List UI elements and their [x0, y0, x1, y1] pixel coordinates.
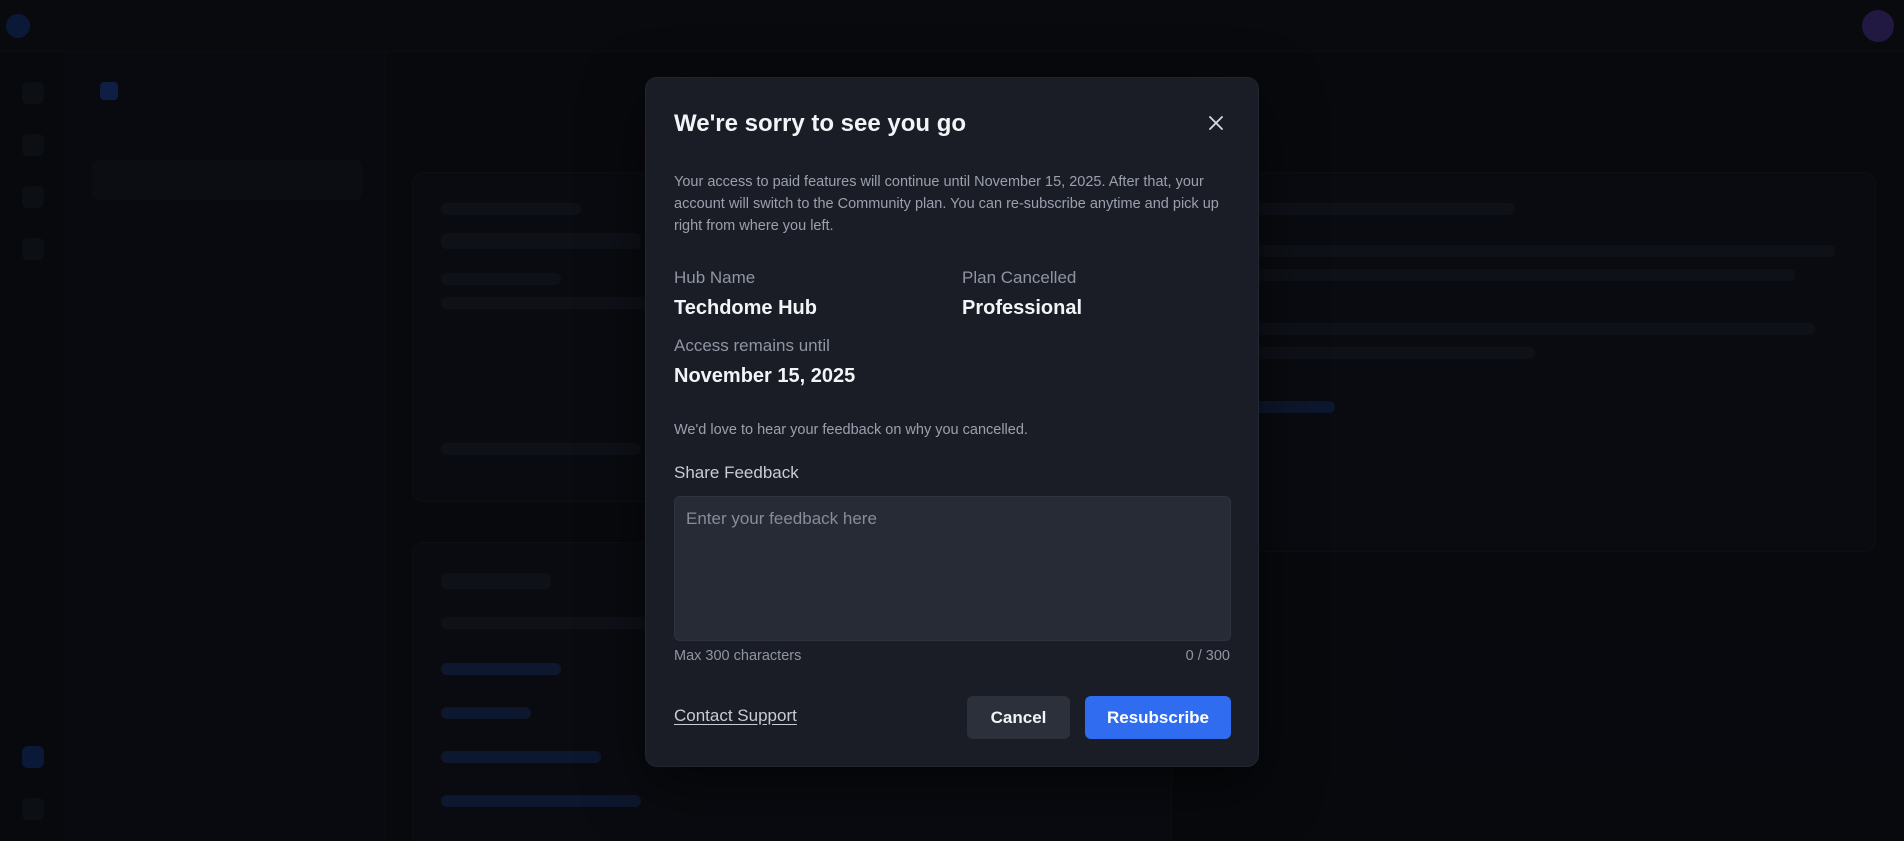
share-feedback-label: Share Feedback — [674, 463, 799, 482]
max-characters-hint: Max 300 characters — [674, 648, 802, 664]
character-counter: 0 / 300 — [1185, 648, 1230, 664]
cancellation-modal: We're sorry to see you go Your access to… — [645, 77, 1259, 767]
close-icon — [1209, 116, 1223, 130]
hub-name-value: Techdome Hub — [674, 297, 817, 319]
feedback-prompt: We'd love to hear your feedback on why y… — [674, 422, 1028, 438]
modal-title: We're sorry to see you go — [674, 110, 967, 137]
contact-support-link[interactable]: Contact Support — [674, 706, 797, 726]
plan-cancelled-label: Plan Cancelled — [962, 268, 1077, 287]
resubscribe-button[interactable]: Resubscribe — [1085, 696, 1231, 739]
close-button[interactable] — [1201, 108, 1231, 138]
feedback-textarea[interactable] — [674, 496, 1231, 641]
hub-name-label: Hub Name — [674, 268, 756, 287]
cancel-button[interactable]: Cancel — [967, 696, 1070, 739]
access-until-label: Access remains until — [674, 336, 830, 355]
plan-cancelled-value: Professional — [962, 297, 1083, 319]
access-until-value: November 15, 2025 — [674, 365, 856, 387]
intro-text: Your access to paid features will contin… — [674, 174, 1219, 234]
